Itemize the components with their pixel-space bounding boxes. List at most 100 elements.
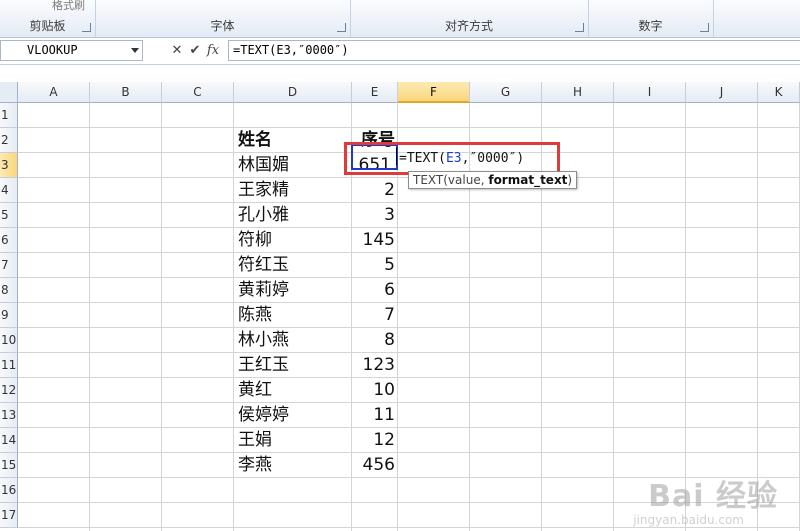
name-cell[interactable]: 孔小雅 <box>234 203 352 228</box>
seq-cell[interactable]: 10 <box>352 378 398 403</box>
row-gridline <box>18 227 800 228</box>
seq-cell[interactable]: 2 <box>352 178 398 203</box>
column-gridline <box>89 103 90 531</box>
column-header-h[interactable]: H <box>542 82 614 103</box>
ribbon: 格式刷 剪贴板 字体 对齐方式 数字 <box>0 0 800 38</box>
seq-cell[interactable]: 8 <box>352 328 398 353</box>
seq-cell[interactable]: 6 <box>352 278 398 303</box>
name-box-value: VLOOKUP <box>27 43 78 57</box>
column-header-c[interactable]: C <box>162 82 234 103</box>
column-header-e[interactable]: E <box>352 82 398 103</box>
seq-cell[interactable]: 5 <box>352 253 398 278</box>
function-tooltip[interactable]: TEXT(value, format_text) <box>408 171 578 189</box>
ribbon-group-alignment: 对齐方式 <box>350 0 589 37</box>
tooltip-close: ) <box>567 173 573 187</box>
formula-bar: VLOOKUP ✕ ✔ fx =TEXT(E3,″0000″) <box>0 38 800 65</box>
seq-cell[interactable]: 11 <box>352 403 398 428</box>
row-gridline <box>18 452 800 453</box>
row-gridline <box>18 302 800 303</box>
row-header-8[interactable]: 8 <box>0 278 18 303</box>
row-gridline <box>18 202 800 203</box>
column-header-i[interactable]: I <box>614 82 686 103</box>
ribbon-group-clipboard: 剪贴板 <box>0 0 96 37</box>
name-cell[interactable]: 王家精 <box>234 178 352 203</box>
name-cell[interactable]: 李燕 <box>234 453 352 478</box>
name-cell[interactable]: 陈燕 <box>234 303 352 328</box>
watermark-url: jingyan.baidu.com <box>633 513 744 527</box>
column-header-k[interactable]: K <box>758 82 800 103</box>
dialog-launcher-icon[interactable] <box>700 23 709 32</box>
seq-cell[interactable]: 145 <box>352 228 398 253</box>
header-cell-name[interactable]: 姓名 <box>234 128 352 153</box>
tooltip-args: TEXT(value, <box>413 173 489 187</box>
row-gridline <box>18 352 800 353</box>
row-header-17[interactable]: 17 <box>0 503 18 528</box>
formula-input[interactable]: =TEXT(E3,″0000″) <box>228 40 800 61</box>
dialog-launcher-icon[interactable] <box>337 23 346 32</box>
row-header-4[interactable]: 4 <box>0 178 18 203</box>
column-gridline <box>613 103 614 531</box>
ribbon-group-label: 字体 <box>210 19 235 33</box>
row-gridline <box>18 527 800 528</box>
cancel-icon[interactable]: ✕ <box>168 40 186 61</box>
row-header-11[interactable]: 11 <box>0 353 18 378</box>
enter-check-icon[interactable]: ✔ <box>186 40 204 61</box>
name-cell[interactable]: 黄莉婷 <box>234 278 352 303</box>
ribbon-group-label: 对齐方式 <box>444 19 493 33</box>
row-header-15[interactable]: 15 <box>0 453 18 478</box>
column-header-b[interactable]: B <box>90 82 162 103</box>
name-cell[interactable]: 黄红 <box>234 378 352 403</box>
name-cell[interactable]: 林国媚 <box>234 153 352 178</box>
row-gridline <box>18 402 800 403</box>
column-gridline <box>685 103 686 531</box>
ribbon-group-font: 字体 <box>95 0 351 37</box>
select-all-corner[interactable] <box>0 82 18 103</box>
row-header-5[interactable]: 5 <box>0 203 18 228</box>
name-cell[interactable]: 符柳 <box>234 228 352 253</box>
column-header-f[interactable]: F <box>398 82 470 103</box>
name-cell[interactable]: 侯婷婷 <box>234 403 352 428</box>
seq-cell[interactable]: 7 <box>352 303 398 328</box>
insert-function-icon[interactable]: fx <box>204 40 222 61</box>
row-gridline <box>18 377 800 378</box>
row-header-1[interactable]: 1 <box>0 103 18 128</box>
dialog-launcher-icon[interactable] <box>82 23 91 32</box>
column-gridline <box>757 103 758 531</box>
column-gridline <box>161 103 162 531</box>
ribbon-group-number: 数字 <box>588 0 714 37</box>
chevron-down-icon[interactable] <box>131 48 139 53</box>
row-header-2[interactable]: 2 <box>0 128 18 153</box>
row-gridline <box>18 127 800 128</box>
row-header-12[interactable]: 12 <box>0 378 18 403</box>
column-header-d[interactable]: D <box>234 82 352 103</box>
seq-cell[interactable]: 123 <box>352 353 398 378</box>
seq-cell[interactable]: 12 <box>352 428 398 453</box>
name-cell[interactable]: 王红玉 <box>234 353 352 378</box>
row-header-3[interactable]: 3 <box>0 153 18 178</box>
name-cell[interactable]: 符红玉 <box>234 253 352 278</box>
seq-cell[interactable]: 3 <box>352 203 398 228</box>
ribbon-group-label: 剪贴板 <box>29 19 66 33</box>
row-header-7[interactable]: 7 <box>0 253 18 278</box>
dialog-launcher-icon[interactable] <box>575 23 584 32</box>
row-gridline <box>18 252 800 253</box>
row-header-16[interactable]: 16 <box>0 478 18 503</box>
row-header-10[interactable]: 10 <box>0 328 18 353</box>
tooltip-bold-arg: format_text <box>488 173 568 187</box>
row-header-9[interactable]: 9 <box>0 303 18 328</box>
column-header-j[interactable]: J <box>686 82 758 103</box>
row-gridline <box>18 277 800 278</box>
name-cell[interactable]: 林小燕 <box>234 328 352 353</box>
name-cell[interactable]: 王娟 <box>234 428 352 453</box>
row-header-14[interactable]: 14 <box>0 428 18 453</box>
ribbon-group-label: 数字 <box>638 19 663 33</box>
watermark-logo: Bai 经验 <box>648 479 778 514</box>
column-header-a[interactable]: A <box>18 82 90 103</box>
row-header-6[interactable]: 6 <box>0 228 18 253</box>
row-header-13[interactable]: 13 <box>0 403 18 428</box>
column-header-g[interactable]: G <box>470 82 542 103</box>
row-gridline <box>18 427 800 428</box>
name-box[interactable]: VLOOKUP <box>0 40 143 61</box>
row-gridline <box>18 327 800 328</box>
seq-cell[interactable]: 456 <box>352 453 398 478</box>
